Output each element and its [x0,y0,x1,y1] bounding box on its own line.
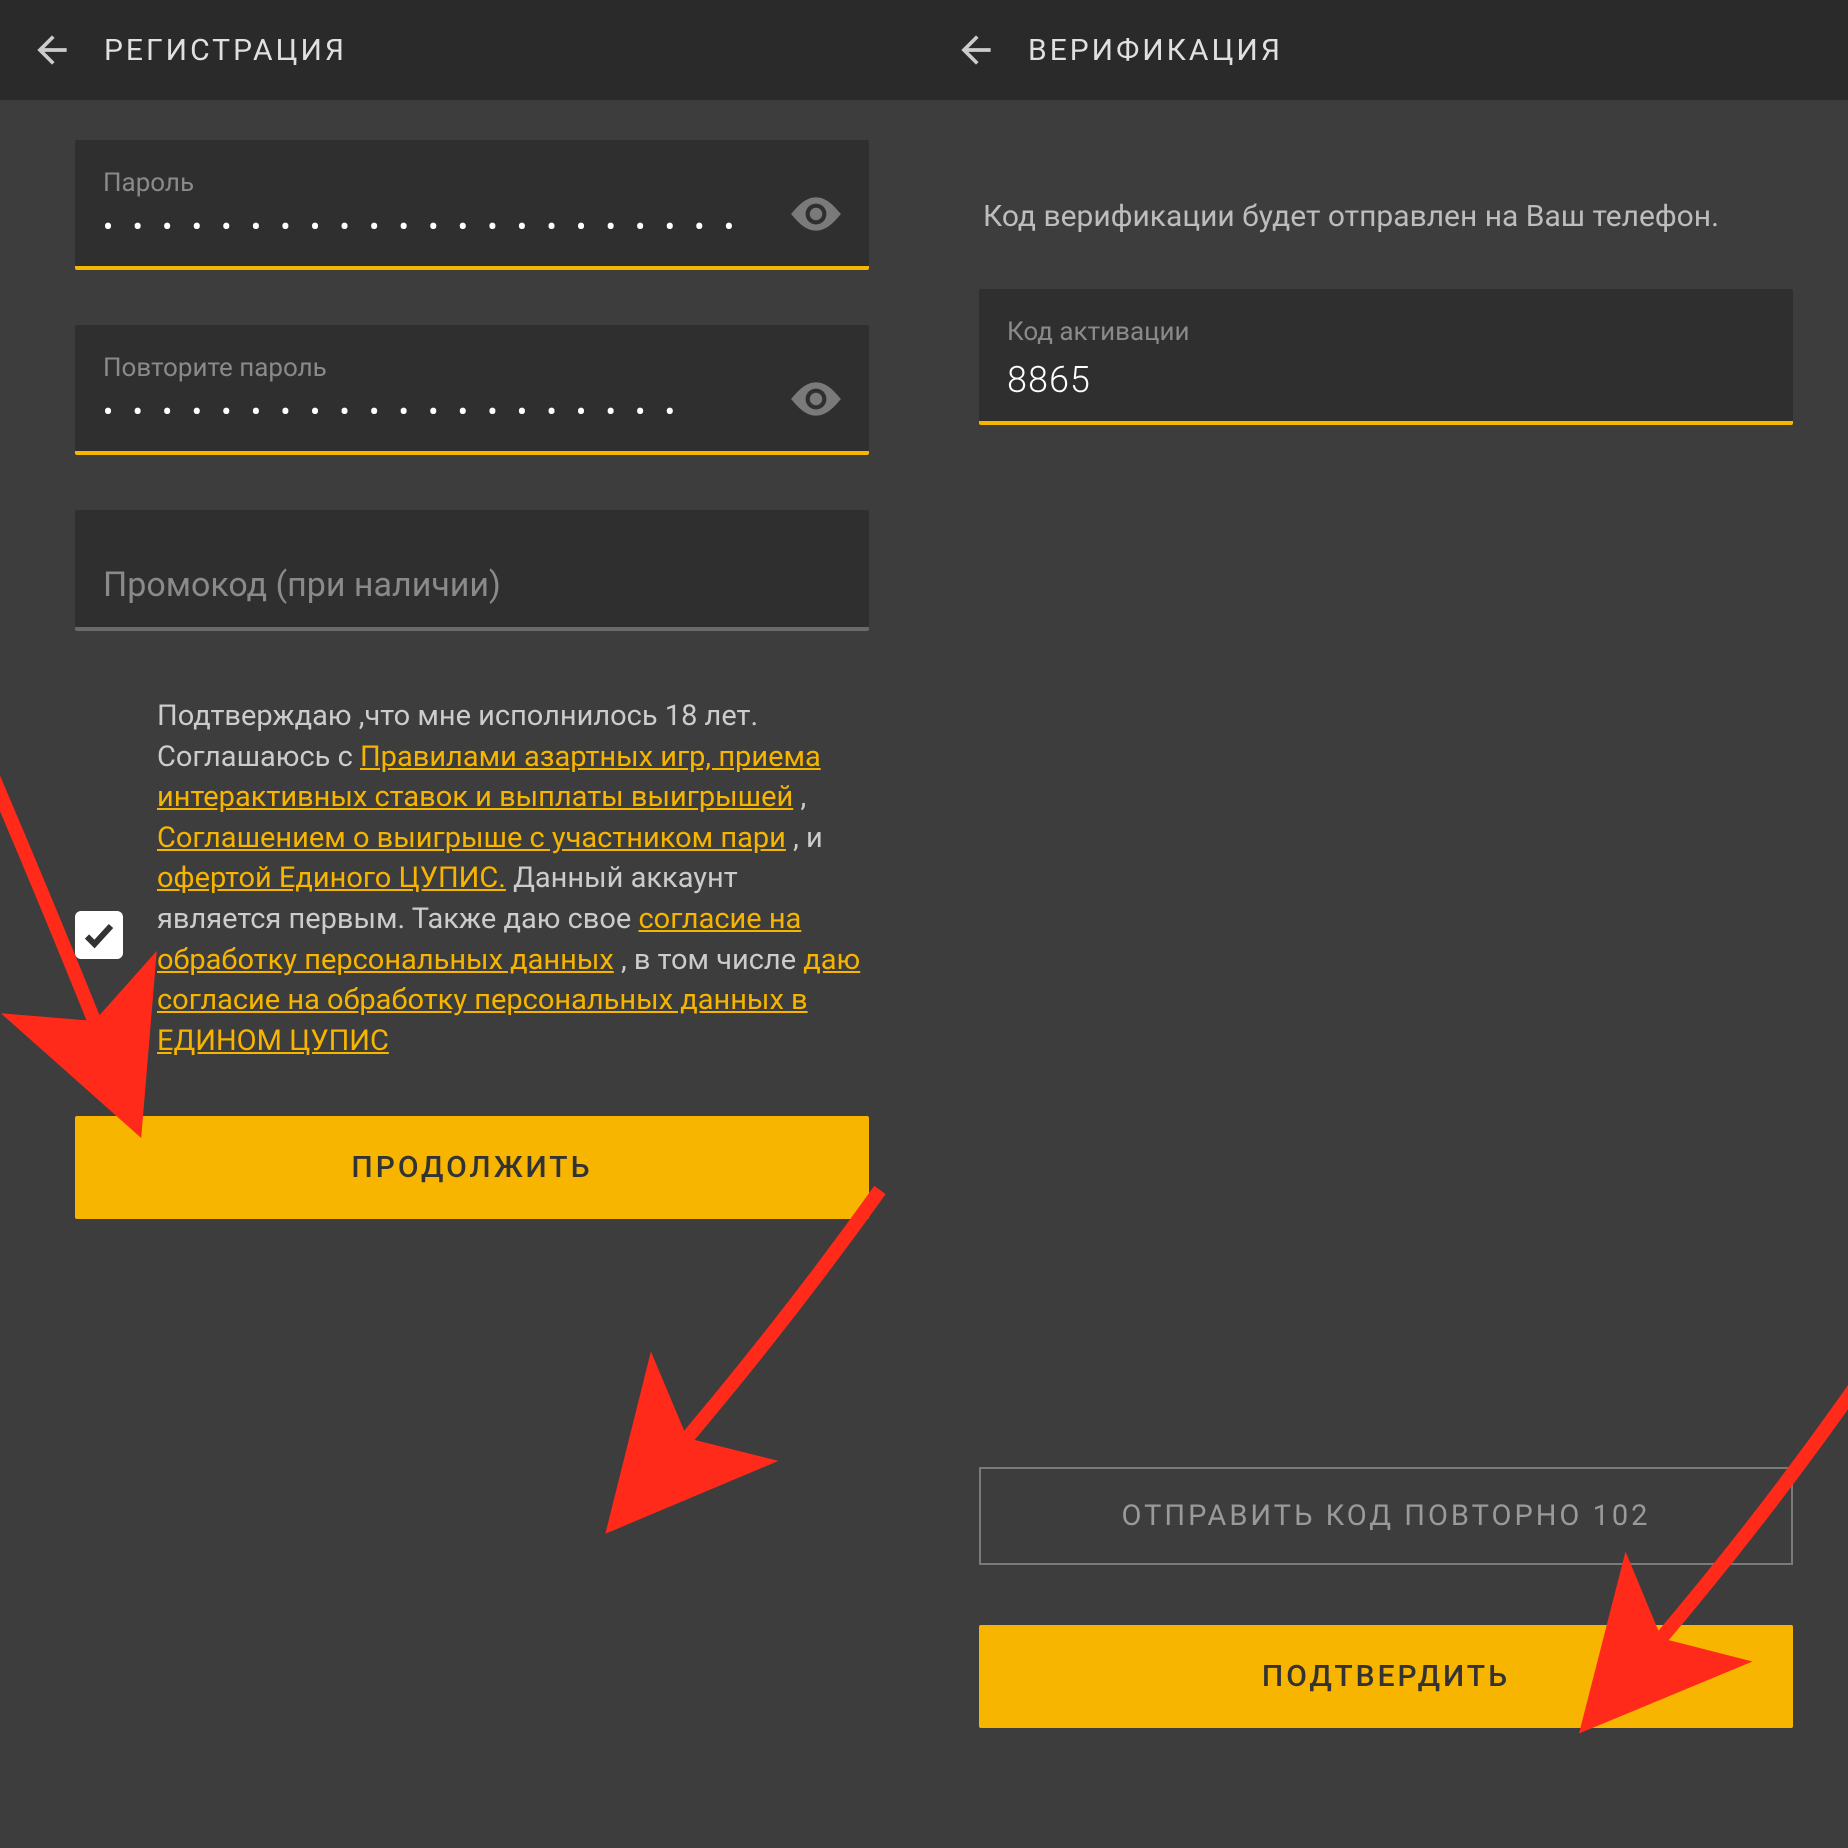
repeat-password-value: • • • • • • • • • • • • • • • • • • • • [103,395,841,431]
verification-content: Код верификации будет отправлен на Ваш т… [924,100,1848,1848]
password-label: Пароль [103,168,841,198]
password-value: • • • • • • • • • • • • • • • • • • • • … [103,210,841,246]
activation-code-field[interactable]: Код активации 8865 [979,289,1793,425]
password-field[interactable]: Пароль • • • • • • • • • • • • • • • • •… [75,140,869,270]
registration-content: Пароль • • • • • • • • • • • • • • • • •… [0,100,924,1848]
promocode-placeholder: Промокод (при наличии) [103,565,841,605]
consent-checkbox[interactable] [75,911,123,959]
page-title: РЕГИСТРАЦИЯ [104,33,347,68]
activation-code-label: Код активации [1007,317,1765,347]
page-title: ВЕРИФИКАЦИЯ [1028,33,1283,68]
registration-screen: РЕГИСТРАЦИЯ Пароль • • • • • • • • • • •… [0,0,924,1848]
repeat-password-label: Повторите пароль [103,353,841,383]
tsupis-offer-link[interactable]: офертой Единого ЦУПИС. [157,861,506,895]
consent-text: Подтверждаю ,что мне исполнилось 18 лет.… [157,696,869,1061]
back-arrow-icon[interactable] [30,28,74,72]
resend-code-button[interactable]: ОТПРАВИТЬ КОД ПОВТОРНО 102 [979,1467,1793,1565]
activation-code-value: 8865 [1007,359,1765,401]
consent-text-part: , в том числе [614,943,804,977]
consent-text-part: , [793,780,806,814]
verification-screen: ВЕРИФИКАЦИЯ Код верификации будет отправ… [924,0,1848,1848]
consent-text-part: , и [786,821,823,855]
agreement-link[interactable]: Соглашением о выигрыше с участником пари [157,821,786,855]
back-arrow-icon[interactable] [954,28,998,72]
toggle-repeat-password-visibility-icon[interactable] [791,381,841,421]
consent-row: Подтверждаю ,что мне исполнилось 18 лет.… [75,696,869,1061]
repeat-password-field[interactable]: Повторите пароль • • • • • • • • • • • •… [75,325,869,455]
toggle-password-visibility-icon[interactable] [791,196,841,236]
continue-button[interactable]: ПРОДОЛЖИТЬ [75,1116,869,1219]
verification-info-text: Код верификации будет отправлен на Ваш т… [979,195,1793,239]
promocode-field[interactable]: Промокод (при наличии) [75,510,869,631]
confirm-button[interactable]: ПОДТВЕРДИТЬ [979,1625,1793,1728]
header: РЕГИСТРАЦИЯ [0,0,924,100]
header: ВЕРИФИКАЦИЯ [924,0,1848,100]
